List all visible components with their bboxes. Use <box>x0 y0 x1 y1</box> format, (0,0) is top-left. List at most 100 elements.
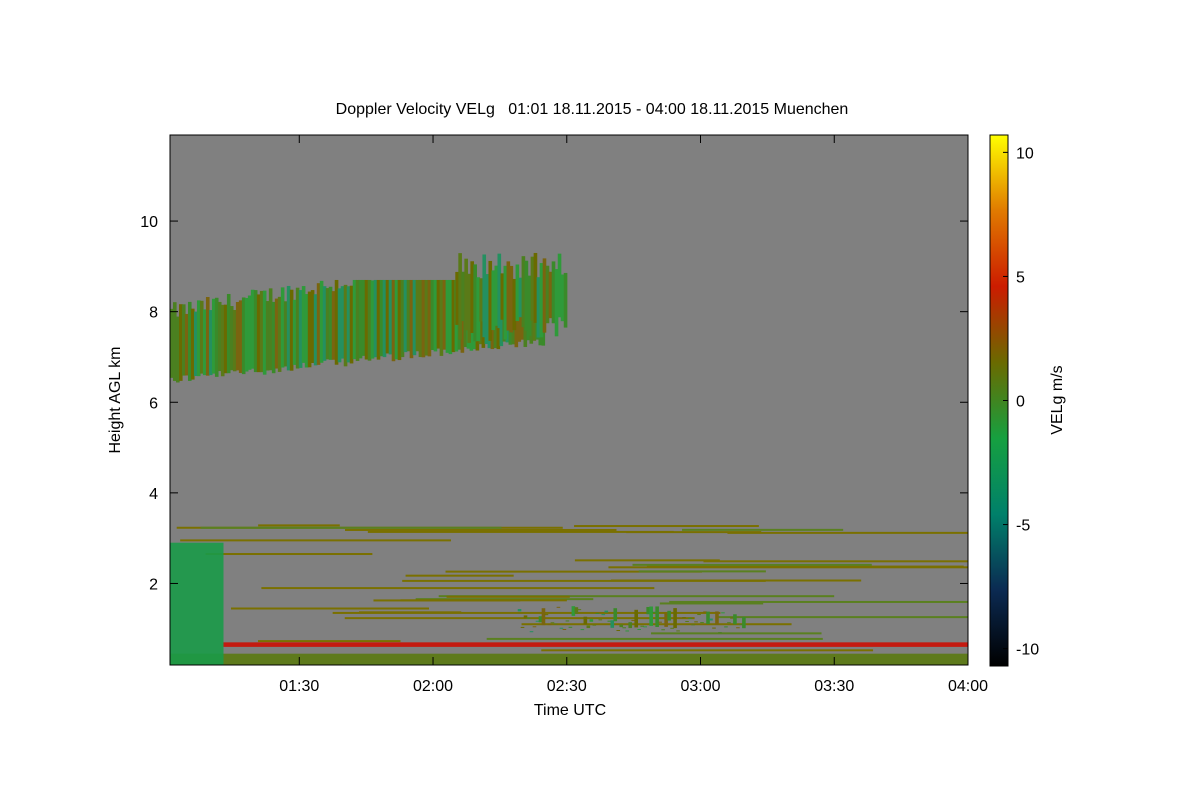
y-axis-label: Height AGL km <box>107 346 124 453</box>
cloud-streak-mark <box>619 624 624 628</box>
cloud-streak-mark <box>667 610 671 621</box>
boundary-streak-mark <box>638 570 766 573</box>
cloud-streak-mark <box>577 609 582 611</box>
cloud-streak-mark <box>595 613 600 615</box>
boundary-streak-mark <box>405 574 514 577</box>
red-line-mark <box>223 642 968 647</box>
x-tick-label: 02:30 <box>547 678 587 695</box>
cloud-streak-mark <box>706 611 710 625</box>
boundary-streak-mark <box>205 553 373 556</box>
boundary-streak-mark <box>402 579 766 582</box>
cloud-streak-mark <box>559 627 564 629</box>
x-tick-label: 03:00 <box>680 678 720 695</box>
cloud-streak-mark <box>604 610 609 613</box>
cloud-streak-mark <box>547 624 552 626</box>
cloud-streak-mark <box>634 609 638 628</box>
boundary-streak-mark <box>230 607 430 610</box>
x-tick-label: 01:30 <box>279 678 319 695</box>
cloud-streak-mark <box>550 622 555 624</box>
boundary-streak-mark <box>669 600 968 603</box>
colorbar-tick-label: 10 <box>1016 145 1034 162</box>
cloud-streak-mark <box>718 632 722 634</box>
boundary-streak-mark <box>180 539 451 542</box>
cloud-streak-mark <box>553 623 558 625</box>
cloud-streak-mark <box>616 630 621 632</box>
cloud-streak-mark <box>622 627 627 629</box>
cloud-streak-mark <box>691 624 695 626</box>
colorbar-tick-label: 5 <box>1016 269 1025 286</box>
x-tick-label: 04:00 <box>948 678 988 695</box>
cloud-streak-mark <box>724 626 728 628</box>
cloud-streak-mark <box>598 619 603 621</box>
chart-title: Doppler Velocity VELg 01:01 18.11.2015 -… <box>336 101 849 118</box>
cloud-streak-mark <box>529 631 534 633</box>
boundary-streak-mark <box>257 640 401 643</box>
cloud-streak-mark <box>625 630 630 632</box>
cloud-streak-mark <box>589 619 594 622</box>
cloud-streak-mark <box>709 618 713 621</box>
cloud-streak-mark <box>520 626 525 628</box>
cloud-streak-mark <box>544 614 549 616</box>
boundary-streak-mark <box>332 611 721 614</box>
cloud-streak-mark <box>565 620 570 622</box>
cloud-streak-mark <box>673 608 677 629</box>
cloud-streak-mark <box>541 608 546 626</box>
y-tick-label: 10 <box>140 214 158 231</box>
boundary-streak-mark <box>574 525 759 528</box>
boundary-streak-mark <box>574 559 720 562</box>
boundary-streak-mark <box>703 560 968 563</box>
cloud-streak-mark <box>532 626 537 628</box>
cloud-streak-mark <box>556 606 561 608</box>
cloud-streak-mark <box>583 616 588 625</box>
colorbar-label: VELg m/s <box>1049 365 1066 434</box>
cloud-streak-mark <box>637 628 641 630</box>
x-tick-label: 02:00 <box>413 678 453 695</box>
cloud-streak-mark <box>721 612 725 614</box>
cloud-streak-mark <box>733 614 737 625</box>
colorbar-tick-label: 0 <box>1016 394 1025 411</box>
feature-near-surface-red-line <box>223 642 968 647</box>
early-column-mark <box>170 542 224 665</box>
y-tick-label: 4 <box>149 486 158 503</box>
boundary-streak-mark <box>626 531 762 534</box>
cloud-streak-mark <box>517 609 522 612</box>
cloud-streak-mark <box>742 616 746 629</box>
boundary-streak-mark <box>258 524 340 527</box>
cloud-streak-mark <box>526 617 531 619</box>
boundary-streak-mark <box>200 526 502 529</box>
cloud-streak-mark <box>563 272 568 328</box>
boundary-streak-mark <box>345 528 617 531</box>
cloud-streak-mark <box>697 614 701 616</box>
cloud-streak-mark <box>736 627 740 629</box>
cloud-streak-mark <box>562 628 567 630</box>
cloud-streak-mark <box>712 627 716 629</box>
cloud-streak-mark <box>661 629 665 631</box>
cloud-streak-mark <box>628 622 633 629</box>
boundary-streak-mark <box>682 528 844 531</box>
cloud-streak-mark <box>727 622 731 624</box>
boundary-streak-mark <box>727 531 968 534</box>
boundary-streak-mark <box>715 616 968 619</box>
boundary-streak-mark <box>541 649 874 652</box>
boundary-streak-mark <box>486 637 823 640</box>
cloud-streak-mark <box>610 620 615 628</box>
cloud-streak-mark <box>601 614 606 616</box>
cloud-streak-mark <box>592 624 597 626</box>
cloud-streak-mark <box>643 626 647 628</box>
cloud-streak-mark <box>658 621 662 623</box>
cloud-streak-mark <box>700 622 704 624</box>
cloud-streak-mark <box>568 626 573 628</box>
cloud-streak-mark <box>580 629 585 631</box>
y-tick-label: 2 <box>149 576 158 593</box>
boundary-base-mark <box>170 653 968 665</box>
cloud-streak-mark <box>688 617 692 619</box>
boundary-streak-mark <box>344 617 695 620</box>
cloud-streak-mark <box>586 625 591 629</box>
cloud-streak-mark <box>574 607 579 614</box>
cloud-streak-mark <box>676 630 680 632</box>
y-tick-label: 6 <box>149 395 158 412</box>
cloud-streak-mark <box>649 606 653 626</box>
colorbar-tick-label: -5 <box>1016 518 1030 535</box>
x-axis-label: Time UTC <box>534 702 606 719</box>
cloud-streak-mark <box>685 621 689 623</box>
